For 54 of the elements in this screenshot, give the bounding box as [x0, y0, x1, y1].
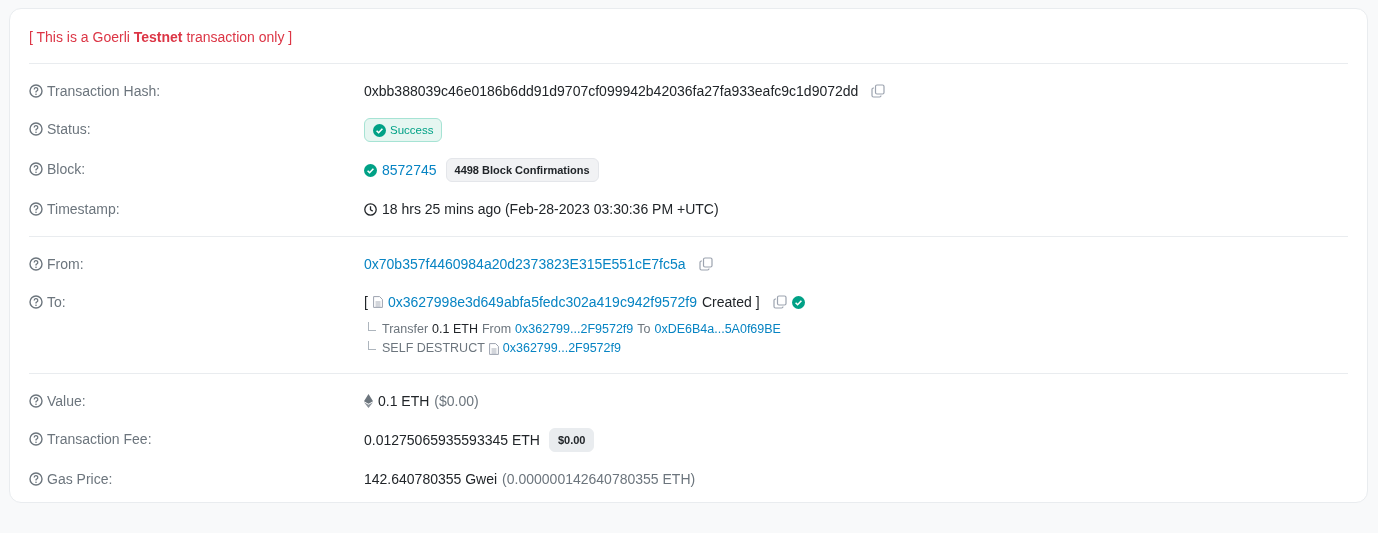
value-text: [: [364, 293, 368, 312]
field-label: Transaction Fee:: [47, 430, 152, 449]
tree-branch-icon: [368, 322, 376, 331]
value-text: Created ]: [701, 293, 760, 312]
value-badge: 4498 Block Confirmations: [445, 158, 599, 182]
value-text: To: [637, 321, 651, 338]
address-link[interactable]: 0x70b357f4460984a20d2373823E315E551cE7fc5a: [364, 253, 686, 275]
help-icon: [29, 257, 43, 271]
value-text: 0.1 ETH: [378, 392, 430, 411]
help-icon: [29, 84, 43, 98]
ethereum-icon: [364, 394, 373, 408]
value-text: 18 hrs 25 mins ago (Feb-28-2023 03:30:36 PM +UTC): [382, 200, 719, 219]
address-link[interactable]: 8572745: [382, 159, 437, 181]
address-link[interactable]: 0x3627998e3d649abfa5fedc302a419c942f9572f9: [387, 291, 697, 313]
check-circle-icon: [364, 163, 377, 177]
value-text: From: [481, 321, 512, 338]
clock-icon: [364, 202, 377, 216]
address-link[interactable]: 0xDE6B4a...5A0f69BE: [654, 321, 781, 338]
value-text: ($0.00): [434, 392, 479, 411]
value-text: 142.640780355 Gwei: [364, 470, 498, 489]
field-label: Timestamp:: [47, 200, 120, 219]
field-label: Value:: [47, 392, 86, 411]
help-icon: [29, 122, 43, 136]
field-label: Block:: [47, 160, 86, 179]
field-label: To:: [47, 293, 66, 312]
help-icon: [29, 394, 43, 408]
field-label: Status:: [47, 120, 91, 139]
value-text: SELF DESTRUCT: [382, 340, 485, 357]
document-icon: [372, 296, 383, 308]
value-badge: $0.00: [548, 428, 595, 452]
value-text: 0xbb388039c46e0186b6dd91d9707cf099942b42036fa27fa933eafc9c1d9072dd: [364, 82, 859, 101]
help-icon: [29, 472, 43, 486]
testnet-notice: [ This is a Goerli Testnet transaction only ]: [29, 28, 294, 47]
help-icon: [29, 432, 43, 446]
field-label: From:: [47, 255, 84, 274]
address-link[interactable]: 0x362799...2F9572f9: [515, 321, 634, 338]
help-icon: [29, 162, 43, 176]
copy-icon[interactable]: [871, 84, 886, 98]
value-text: (0.000000142640780355 ETH): [502, 470, 696, 489]
value-text: 0.01275065935593345 ETH: [364, 431, 540, 450]
check-circle-icon: [791, 295, 805, 309]
copy-icon[interactable]: [698, 257, 713, 271]
field-label: Gas Price:: [47, 470, 113, 489]
tree-branch-icon: [368, 341, 376, 350]
check-circle-icon: [373, 123, 386, 137]
help-icon: [29, 202, 43, 216]
value-text: Transfer: [382, 321, 429, 338]
status-badge: Success: [364, 118, 443, 142]
document-icon: [488, 342, 499, 355]
copy-icon[interactable]: [772, 295, 787, 309]
help-icon: [29, 295, 43, 309]
value-text: 0.1 ETH: [432, 321, 478, 338]
field-label: Transaction Hash:: [47, 82, 161, 101]
address-link[interactable]: 0x362799...2F9572f9: [502, 340, 621, 357]
